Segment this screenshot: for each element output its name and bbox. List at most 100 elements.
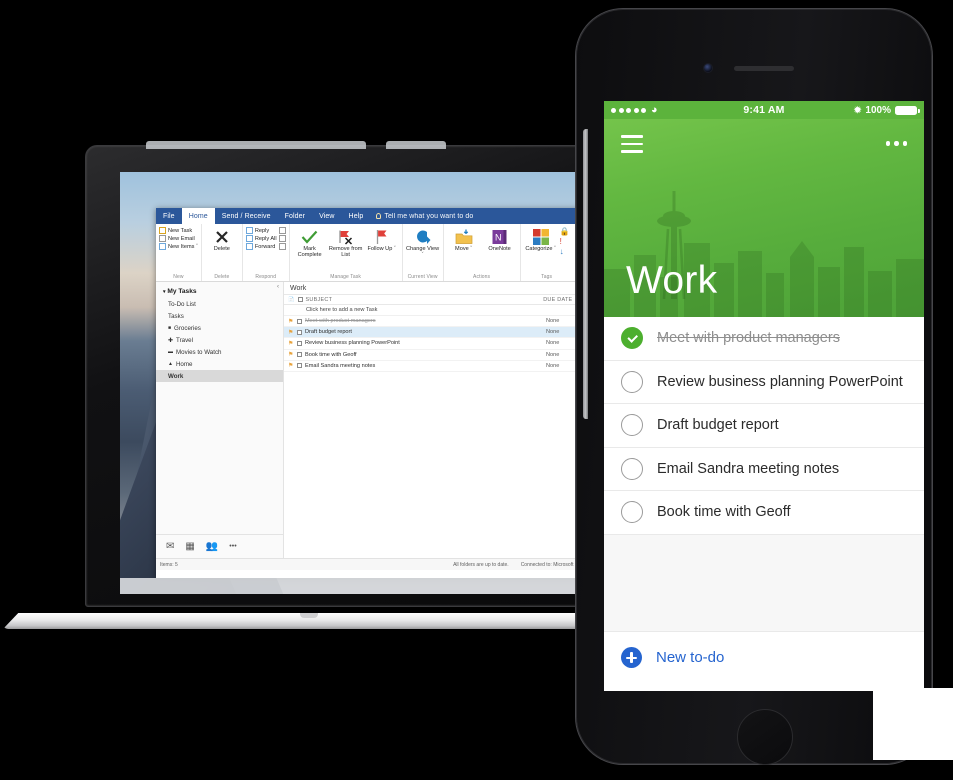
task-subject: Meet with product managers xyxy=(305,318,376,325)
table-row[interactable]: ⚑ Book time with Geoff None xyxy=(284,350,590,361)
categorize-button[interactable]: Categorize ˇ xyxy=(524,226,558,252)
change-view-button[interactable]: Change View ˇ xyxy=(406,226,440,259)
subject-label: SUBJECT xyxy=(305,296,333,303)
tab-help[interactable]: Help xyxy=(342,208,371,224)
task-checkbox[interactable] xyxy=(297,352,302,358)
ribbon-group-new-items: New Task New Email New Items ˇ xyxy=(159,226,198,274)
list-item[interactable]: Book time with Geoff xyxy=(604,491,924,535)
new-items-button[interactable]: New Items ˇ xyxy=(159,243,198,250)
flag-icon[interactable]: ⚑ xyxy=(288,340,294,347)
task-complete-checkbox[interactable] xyxy=(621,501,643,524)
more-options-icon[interactable] xyxy=(885,141,907,146)
outlook-window: File Home Send / Receive Folder View Hel… xyxy=(156,208,590,578)
task-checkbox[interactable] xyxy=(297,318,302,324)
table-row[interactable]: ⚑ Draft budget report None xyxy=(284,327,590,339)
outlook-ribbon: New Task New Email New Items ˇ New Delet… xyxy=(156,224,590,291)
sidebar-item-label: Groceries xyxy=(174,324,201,332)
hamburger-menu-icon[interactable] xyxy=(621,135,643,153)
tell-me-label: Tell me what you want to do xyxy=(384,212,474,220)
task-checkbox[interactable] xyxy=(297,340,302,346)
status-bar-right: ✹ 100% xyxy=(854,105,920,116)
remove-from-list-button[interactable]: Remove from List xyxy=(329,226,363,259)
reply-all-button[interactable]: Reply All xyxy=(245,235,277,242)
sidebar-item-label: To-Do List xyxy=(168,300,196,308)
move-button[interactable]: Move ˇ xyxy=(447,226,481,252)
task-subject: Email Sandra meeting notes xyxy=(305,362,376,369)
new-todo-label: New to-do xyxy=(656,649,725,666)
sidebar-item-tasks[interactable]: Tasks xyxy=(156,310,283,322)
list-item[interactable]: Draft budget report xyxy=(604,404,924,448)
sidebar-item-label: Home xyxy=(175,360,193,368)
svg-text:N: N xyxy=(495,233,502,243)
home-button[interactable] xyxy=(737,709,793,765)
outlook-ribbon-tabs: File Home Send / Receive Folder View Hel… xyxy=(156,208,590,224)
new-todo-button[interactable]: New to-do xyxy=(604,631,924,684)
my-tasks-label: My Tasks xyxy=(167,288,197,295)
list-item[interactable]: Review business planning PowerPoint xyxy=(604,360,924,404)
task-complete-checkbox[interactable] xyxy=(621,327,643,350)
follow-up-button[interactable]: Follow Up ˇ xyxy=(365,226,399,252)
task-complete-checkbox[interactable] xyxy=(621,457,643,480)
item-count: Items: 5 xyxy=(160,561,178,568)
subject-column-header[interactable]: 📄 SUBJECT xyxy=(288,297,543,303)
flag-icon[interactable]: ⚑ xyxy=(288,351,294,358)
forward-button[interactable]: Forward xyxy=(245,243,277,250)
onenote-button[interactable]: N OneNote xyxy=(483,226,517,252)
reply-button[interactable]: Reply xyxy=(245,227,277,234)
collapse-pane-icon[interactable]: ‹ xyxy=(277,284,279,290)
table-row[interactable]: ⚑ Email Sandra meeting notes None xyxy=(284,361,590,372)
reply-meeting-button[interactable] xyxy=(278,235,286,242)
sidebar-item-home[interactable]: ▲ Home xyxy=(156,358,283,370)
table-row[interactable]: ⚑ Review business planning PowerPoint No… xyxy=(284,338,590,350)
sidebar-item-travel[interactable]: ✚ Travel xyxy=(156,334,283,346)
new-email-button[interactable]: New Email xyxy=(159,235,198,242)
mark-complete-label: Mark Complete xyxy=(297,246,322,259)
task-checkbox[interactable] xyxy=(297,363,302,369)
flag-icon[interactable]: ⚑ xyxy=(288,318,294,325)
tab-folder[interactable]: Folder xyxy=(278,208,312,224)
people-icon[interactable]: 👥 xyxy=(206,541,218,552)
tab-file[interactable]: File xyxy=(156,208,182,224)
ribbon-group-current-view-label: Current View xyxy=(407,274,438,280)
more-icon[interactable]: ••• xyxy=(229,543,236,550)
tell-me-box[interactable]: Tell me what you want to do xyxy=(370,208,480,224)
table-row[interactable]: ⚑ Meet with product managers None xyxy=(284,316,590,328)
folder-pane-header[interactable]: ▾ My Tasks xyxy=(156,286,283,298)
task-complete-checkbox[interactable] xyxy=(621,370,643,393)
importance-low-icon: ↓ xyxy=(559,247,564,256)
ribbon-group-manage-task-label: Manage Task xyxy=(330,274,361,280)
outlook-folder-pane: ‹ ▾ My Tasks To-Do List Tasks ■ Grocerie… xyxy=(156,282,284,558)
sidebar-item-movies-to-watch[interactable]: ▬ Movies to Watch xyxy=(156,346,283,358)
new-task-button[interactable]: New Task xyxy=(159,227,198,234)
task-list-header: 📄 SUBJECT DUE DATE ▾ xyxy=(284,294,590,305)
flag-icon[interactable]: ⚑ xyxy=(288,329,294,336)
tab-view[interactable]: View xyxy=(312,208,341,224)
more-respond-button[interactable] xyxy=(278,243,286,250)
delete-label: Delete xyxy=(213,246,230,252)
tab-send-receive[interactable]: Send / Receive xyxy=(215,208,278,224)
task-checkbox[interactable] xyxy=(297,329,302,335)
mark-complete-button[interactable]: Mark Complete xyxy=(293,226,327,259)
task-complete-checkbox[interactable] xyxy=(621,414,643,437)
mail-icon[interactable]: ✉ xyxy=(166,541,174,552)
forward-icon xyxy=(245,243,253,250)
calendar-icon[interactable]: ▦ xyxy=(185,541,194,552)
meeting-button[interactable] xyxy=(278,227,286,234)
ribbon-group-delete-label: Delete xyxy=(214,274,230,280)
image-artifact-white-block xyxy=(873,688,953,760)
sidebar-item-work[interactable]: Work xyxy=(156,370,283,382)
delete-button[interactable]: Delete xyxy=(205,226,239,252)
travel-plane-icon: ✚ xyxy=(168,337,174,344)
list-item[interactable]: Email Sandra meeting notes xyxy=(604,447,924,491)
add-new-task-row[interactable]: Click here to add a new Task xyxy=(284,305,590,316)
ribbon-group-respond: Reply Reply All Forward Respond xyxy=(243,224,290,281)
flag-icon[interactable]: ⚑ xyxy=(288,362,294,369)
sidebar-item-groceries[interactable]: ■ Groceries xyxy=(156,322,283,334)
ribbon-group-actions: Move ˇ N OneNote Actions xyxy=(444,224,521,281)
phone-volume-buttons[interactable] xyxy=(583,129,588,419)
tab-home[interactable]: Home xyxy=(181,208,215,224)
ribbon-group-respond-items: Reply Reply All Forward xyxy=(245,226,286,274)
list-item[interactable]: Meet with product managers xyxy=(604,317,924,361)
sidebar-item-to-do-list[interactable]: To-Do List xyxy=(156,298,283,310)
categorize-icon xyxy=(532,228,549,246)
